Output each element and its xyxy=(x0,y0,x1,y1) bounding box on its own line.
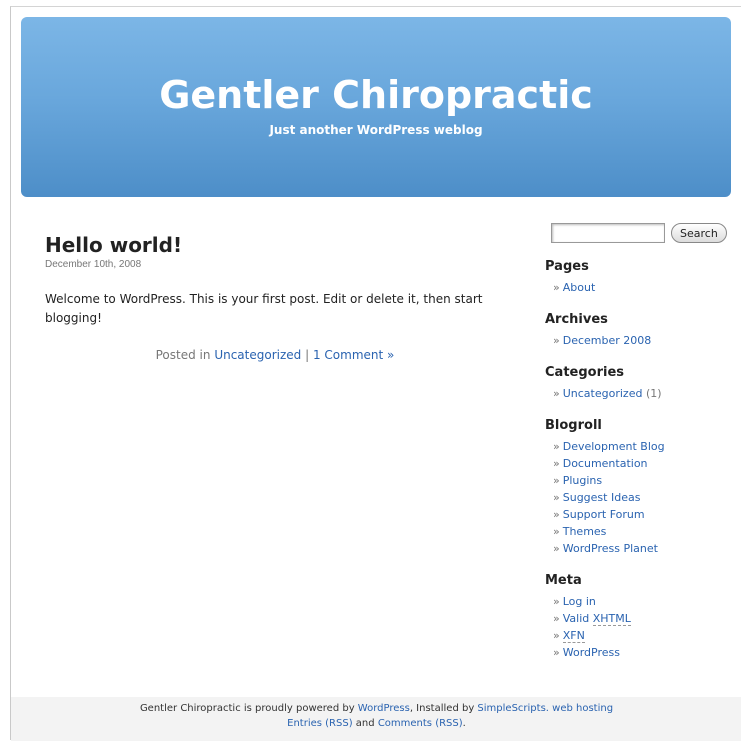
blogroll-link-plugins[interactable]: Plugins xyxy=(563,474,602,487)
bullet-icon: » xyxy=(553,457,560,470)
category-link-uncategorized[interactable]: Uncategorized xyxy=(563,387,643,400)
post-meta-prefix: Posted in xyxy=(155,348,211,362)
xhtml-abbr: XHTML xyxy=(592,612,631,626)
sidebar: Search Pages » About Archives » December 2… xyxy=(545,223,735,661)
list-item: » Themes xyxy=(553,523,735,540)
post-title[interactable]: Hello world! xyxy=(45,233,505,257)
list-item: » WordPress xyxy=(553,644,735,661)
list-item: » December 2008 xyxy=(553,332,735,349)
categories-heading: Categories xyxy=(545,365,625,380)
blogroll-link-development-blog[interactable]: Development Blog xyxy=(563,440,665,453)
blogroll-link-suggest-ideas[interactable]: Suggest Ideas xyxy=(563,491,641,504)
bullet-icon: » xyxy=(553,646,560,659)
meta-separator: | xyxy=(305,348,310,362)
search-button[interactable]: Search xyxy=(671,223,727,243)
meta-heading: Meta xyxy=(545,573,582,588)
blogroll-widget: Blogroll » Development Blog » Documentatio… xyxy=(545,418,735,557)
list-item: » Log in xyxy=(553,593,735,610)
list-item: » Uncategorized (1) xyxy=(553,385,735,402)
pages-heading: Pages xyxy=(545,259,589,274)
blogroll-link-wordpress-planet[interactable]: WordPress Planet xyxy=(563,542,658,555)
main-content: Hello world! December 10th, 2008 Welcome… xyxy=(45,233,505,362)
bullet-icon: » xyxy=(553,474,560,487)
footer-entries-rss-link[interactable]: Entries (RSS) xyxy=(287,718,352,729)
meta-link-xfn[interactable]: XFN xyxy=(562,629,585,643)
meta-link-valid-xhtml[interactable]: Valid XHTML xyxy=(563,612,631,626)
list-item: » Development Blog xyxy=(553,438,735,455)
category-count: (1) xyxy=(645,387,662,400)
xfn-abbr: XFN xyxy=(562,629,585,643)
footer-line-1: Gentler Chiropractic is proudly powered … xyxy=(11,701,741,716)
site-description: Just another WordPress weblog xyxy=(269,123,483,137)
search-form: Search xyxy=(551,223,735,243)
bullet-icon: » xyxy=(553,629,560,642)
bullet-icon: » xyxy=(553,595,560,608)
site-title[interactable]: Gentler Chiropractic xyxy=(21,73,731,117)
post-meta: Posted in Uncategorized | 1 Comment » xyxy=(45,348,505,362)
list-item: » Documentation xyxy=(553,455,735,472)
list-item: » Support Forum xyxy=(553,506,735,523)
bullet-icon: » xyxy=(553,334,560,347)
bullet-icon: » xyxy=(553,612,560,625)
bullet-icon: » xyxy=(553,387,560,400)
footer-comments-rss-link[interactable]: Comments (RSS) xyxy=(378,718,463,729)
blogroll-link-support-forum[interactable]: Support Forum xyxy=(563,508,645,521)
archive-link-december-2008[interactable]: December 2008 xyxy=(563,334,652,347)
valid-label: Valid xyxy=(562,612,590,625)
list-item: » About xyxy=(553,279,735,296)
archives-heading: Archives xyxy=(545,312,608,327)
footer-period: . xyxy=(462,718,466,729)
bullet-icon: » xyxy=(553,281,560,294)
footer-powered-text: Gentler Chiropractic is proudly powered … xyxy=(139,703,355,714)
post-date: December 10th, 2008 xyxy=(45,259,142,270)
search-input[interactable] xyxy=(551,223,665,243)
pages-link-about[interactable]: About xyxy=(563,281,596,294)
categories-widget: Categories » Uncategorized (1) xyxy=(545,365,735,402)
pages-widget: Pages » About xyxy=(545,259,735,296)
list-item: » XFN xyxy=(553,627,735,644)
meta-widget: Meta » Log in » Valid XHTML » XFN » WordPres… xyxy=(545,573,735,661)
list-item: » Suggest Ideas xyxy=(553,489,735,506)
list-item: » Valid XHTML xyxy=(553,610,735,627)
archives-widget: Archives » December 2008 xyxy=(545,312,735,349)
post-body: Welcome to WordPress. This is your first… xyxy=(45,292,483,325)
list-item: » Plugins xyxy=(553,472,735,489)
footer-line-2: Entries (RSS) and Comments (RSS). xyxy=(11,716,741,731)
blogroll-heading: Blogroll xyxy=(545,418,602,433)
footer-and-text: and xyxy=(355,718,375,729)
footer-wordpress-link[interactable]: WordPress xyxy=(358,703,410,714)
category-link[interactable]: Uncategorized xyxy=(214,348,301,362)
page-container: Gentler Chiropractic Just another WordPr… xyxy=(10,6,741,741)
site-header: Gentler Chiropractic Just another WordPr… xyxy=(21,17,731,197)
footer-installed-text: , Installed by xyxy=(409,703,475,714)
bullet-icon: » xyxy=(553,542,560,555)
bullet-icon: » xyxy=(553,491,560,504)
blogroll-link-themes[interactable]: Themes xyxy=(563,525,607,538)
site-footer: Gentler Chiropractic is proudly powered … xyxy=(11,697,741,741)
blogroll-link-documentation[interactable]: Documentation xyxy=(563,457,648,470)
bullet-icon: » xyxy=(553,525,560,538)
bullet-icon: » xyxy=(553,440,560,453)
comments-link[interactable]: 1 Comment » xyxy=(313,348,394,362)
list-item: » WordPress Planet xyxy=(553,540,735,557)
footer-simplescripts-link[interactable]: SimpleScripts. web hosting xyxy=(477,703,613,714)
meta-link-log-in[interactable]: Log in xyxy=(563,595,596,608)
bullet-icon: » xyxy=(553,508,560,521)
meta-link-wordpress[interactable]: WordPress xyxy=(563,646,620,659)
